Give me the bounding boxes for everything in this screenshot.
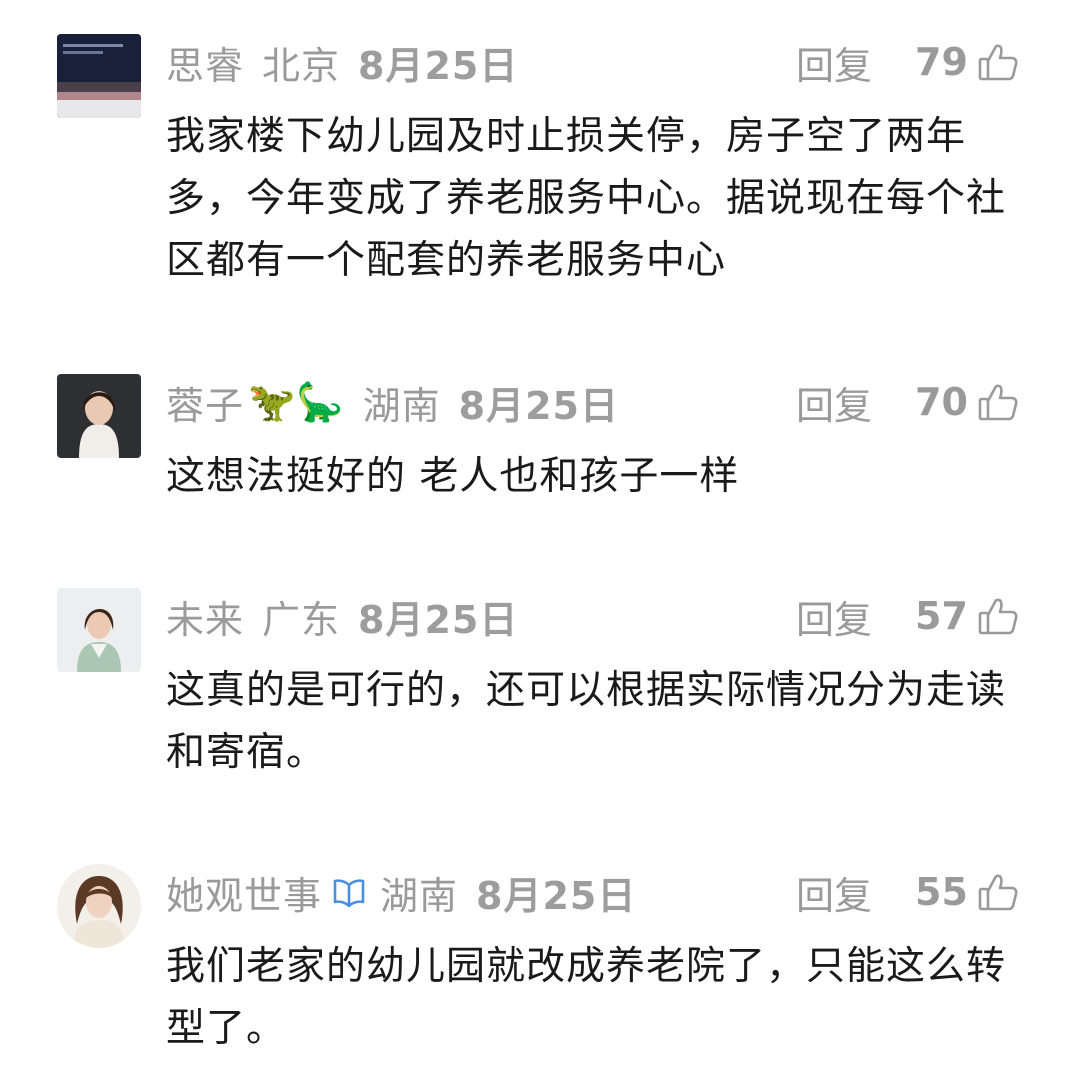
comment-actions: 回复 70	[0, 372, 1080, 432]
comment-actions: 回复 79	[0, 32, 1080, 92]
thumbs-up-icon[interactable]	[977, 871, 1019, 913]
thumbs-up-icon[interactable]	[977, 41, 1019, 83]
like-count: 55	[915, 870, 968, 914]
comment-actions: 回复 55	[0, 862, 1080, 922]
reply-button[interactable]: 回复	[796, 375, 872, 430]
comment-text: 我们老家的幼儿园就改成养老院了，只能这么转型了。	[166, 944, 1007, 1051]
like-count: 57	[915, 594, 968, 638]
reply-button[interactable]: 回复	[796, 35, 872, 90]
like-count: 79	[915, 40, 968, 84]
thumbs-up-icon[interactable]	[977, 381, 1019, 423]
comment-text: 这真的是可行的，还可以根据实际情况分为走读和寄宿。	[166, 668, 1007, 775]
thumbs-up-icon[interactable]	[977, 595, 1019, 637]
reply-button[interactable]: 回复	[796, 589, 872, 644]
reply-button[interactable]: 回复	[796, 865, 872, 920]
comment-text: 我家楼下幼儿园及时止损关停，房子空了两年多，今年变成了养老服务中心。据说现在每个…	[166, 114, 1007, 283]
comment-actions: 回复 57	[0, 586, 1080, 646]
comment-text: 这想法挺好的 老人也和孩子一样	[166, 454, 740, 499]
like-count: 70	[915, 380, 968, 424]
